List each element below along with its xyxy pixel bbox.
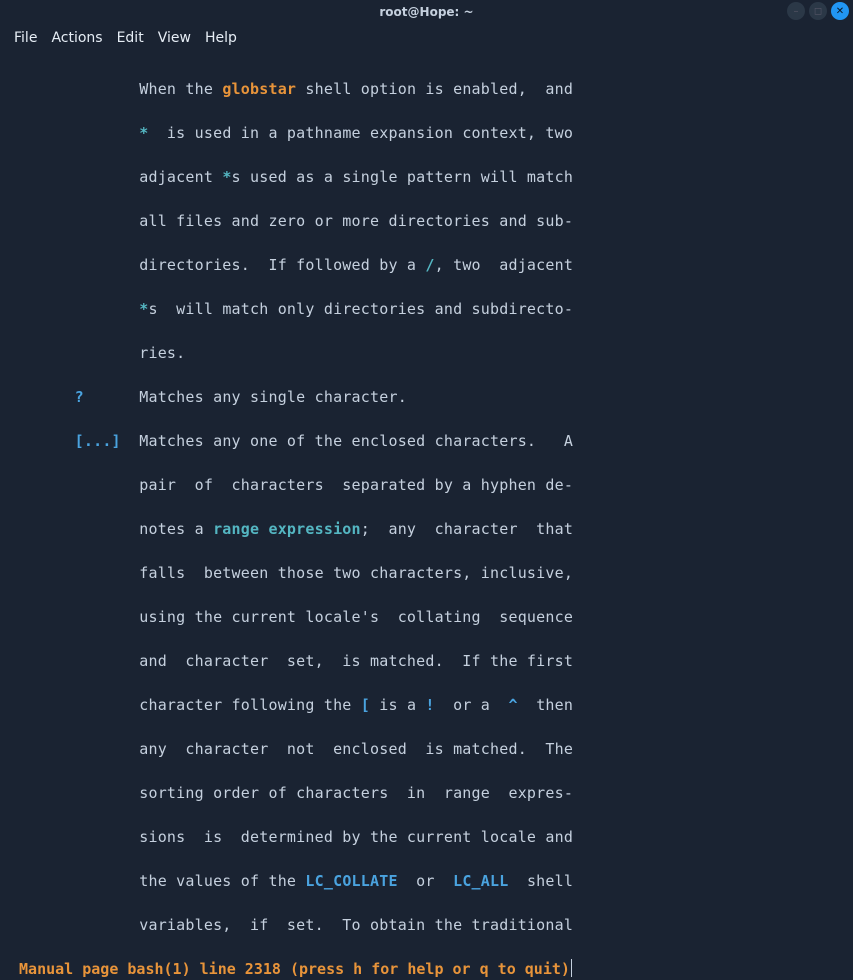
man-line: *s will match only directories and subdi…: [10, 298, 843, 320]
t: is a: [370, 696, 425, 714]
kw-caret: ^: [509, 696, 518, 714]
pager-status-text: Manual page bash(1) line 2318 (press h f…: [10, 960, 570, 978]
kw-bracket: [...]: [75, 432, 121, 450]
t: and character set, is matched. If the fi…: [10, 652, 573, 670]
kw-star: *: [222, 168, 231, 186]
man-line: variables, if set. To obtain the traditi…: [10, 914, 843, 936]
t: pair of characters separated by a hyphen…: [10, 476, 573, 494]
t: [10, 432, 75, 450]
man-line: ries.: [10, 342, 843, 364]
t: s will match only directories and subdir…: [148, 300, 573, 318]
man-line: adjacent *s used as a single pattern wil…: [10, 166, 843, 188]
t: shell option is enabled, and: [296, 80, 573, 98]
cursor: [571, 959, 572, 977]
menu-help[interactable]: Help: [205, 30, 237, 46]
kw-question: ?: [75, 388, 84, 406]
maximize-icon[interactable]: ◻: [809, 2, 827, 20]
terminal-viewport[interactable]: When the globstar shell option is enable…: [0, 52, 853, 958]
t: notes a: [10, 520, 213, 538]
t: , two adjacent: [435, 256, 573, 274]
menu-actions[interactable]: Actions: [51, 30, 102, 46]
t: shell: [508, 872, 573, 890]
kw-bang: !: [425, 696, 434, 714]
t: sorting order of characters in range exp…: [10, 784, 573, 802]
t: ries.: [10, 344, 185, 362]
t: is used in a pathname expansion context,…: [148, 124, 573, 142]
man-line: pair of characters separated by a hyphen…: [10, 474, 843, 496]
t: or: [398, 872, 453, 890]
t: Matches any single character.: [84, 388, 407, 406]
man-line: ? Matches any single character.: [10, 386, 843, 408]
t: sions is determined by the current local…: [10, 828, 573, 846]
kw-lbracket: [: [361, 696, 370, 714]
man-line: character following the [ is a ! or a ^ …: [10, 694, 843, 716]
t: [10, 124, 139, 142]
man-line: When the globstar shell option is enable…: [10, 78, 843, 100]
man-line: notes a range expression; any character …: [10, 518, 843, 540]
man-line: any character not enclosed is matched. T…: [10, 738, 843, 760]
t: falls between those two characters, incl…: [10, 564, 573, 582]
t: s used as a single pattern will match: [232, 168, 574, 186]
t: using the current locale's collating seq…: [10, 608, 573, 626]
t: adjacent: [10, 168, 222, 186]
t: or a: [435, 696, 509, 714]
t: then: [518, 696, 573, 714]
kw-slash: /: [425, 256, 434, 274]
man-line: sions is determined by the current local…: [10, 826, 843, 848]
man-line: [...] Matches any one of the enclosed ch…: [10, 430, 843, 452]
window-title: root@Hope: ~: [379, 5, 473, 19]
t: directories. If followed by a: [10, 256, 425, 274]
pager-status-line: Manual page bash(1) line 2318 (press h f…: [0, 958, 853, 980]
t: any character not enclosed is matched. T…: [10, 740, 573, 758]
kw-lc-collate: LC_COLLATE: [305, 872, 397, 890]
man-line: the values of the LC_COLLATE or LC_ALL s…: [10, 870, 843, 892]
titlebar: root@Hope: ~ – ◻ ✕: [0, 0, 853, 24]
minimize-icon[interactable]: –: [787, 2, 805, 20]
menu-file[interactable]: File: [14, 30, 37, 46]
menu-edit[interactable]: Edit: [117, 30, 144, 46]
t: character following the: [10, 696, 361, 714]
t: Matches any one of the enclosed characte…: [121, 432, 573, 450]
kw-lc-all: LC_ALL: [453, 872, 508, 890]
kw-range-expression: range expression: [213, 520, 361, 538]
man-line: sorting order of characters in range exp…: [10, 782, 843, 804]
window-controls: – ◻ ✕: [787, 2, 849, 20]
close-icon[interactable]: ✕: [831, 2, 849, 20]
man-line: falls between those two characters, incl…: [10, 562, 843, 584]
t: ; any character that: [361, 520, 573, 538]
man-line: directories. If followed by a /, two adj…: [10, 254, 843, 276]
menubar: File Actions Edit View Help: [0, 24, 853, 52]
t: variables, if set. To obtain the traditi…: [10, 916, 573, 934]
t: the values of the: [10, 872, 305, 890]
man-line: all files and zero or more directories a…: [10, 210, 843, 232]
man-line: and character set, is matched. If the fi…: [10, 650, 843, 672]
t: [10, 388, 75, 406]
t: all files and zero or more directories a…: [10, 212, 573, 230]
t: When the: [10, 80, 222, 98]
man-line: using the current locale's collating seq…: [10, 606, 843, 628]
t: [10, 300, 139, 318]
man-line: * is used in a pathname expansion contex…: [10, 122, 843, 144]
menu-view[interactable]: View: [158, 30, 191, 46]
kw-globstar: globstar: [222, 80, 296, 98]
